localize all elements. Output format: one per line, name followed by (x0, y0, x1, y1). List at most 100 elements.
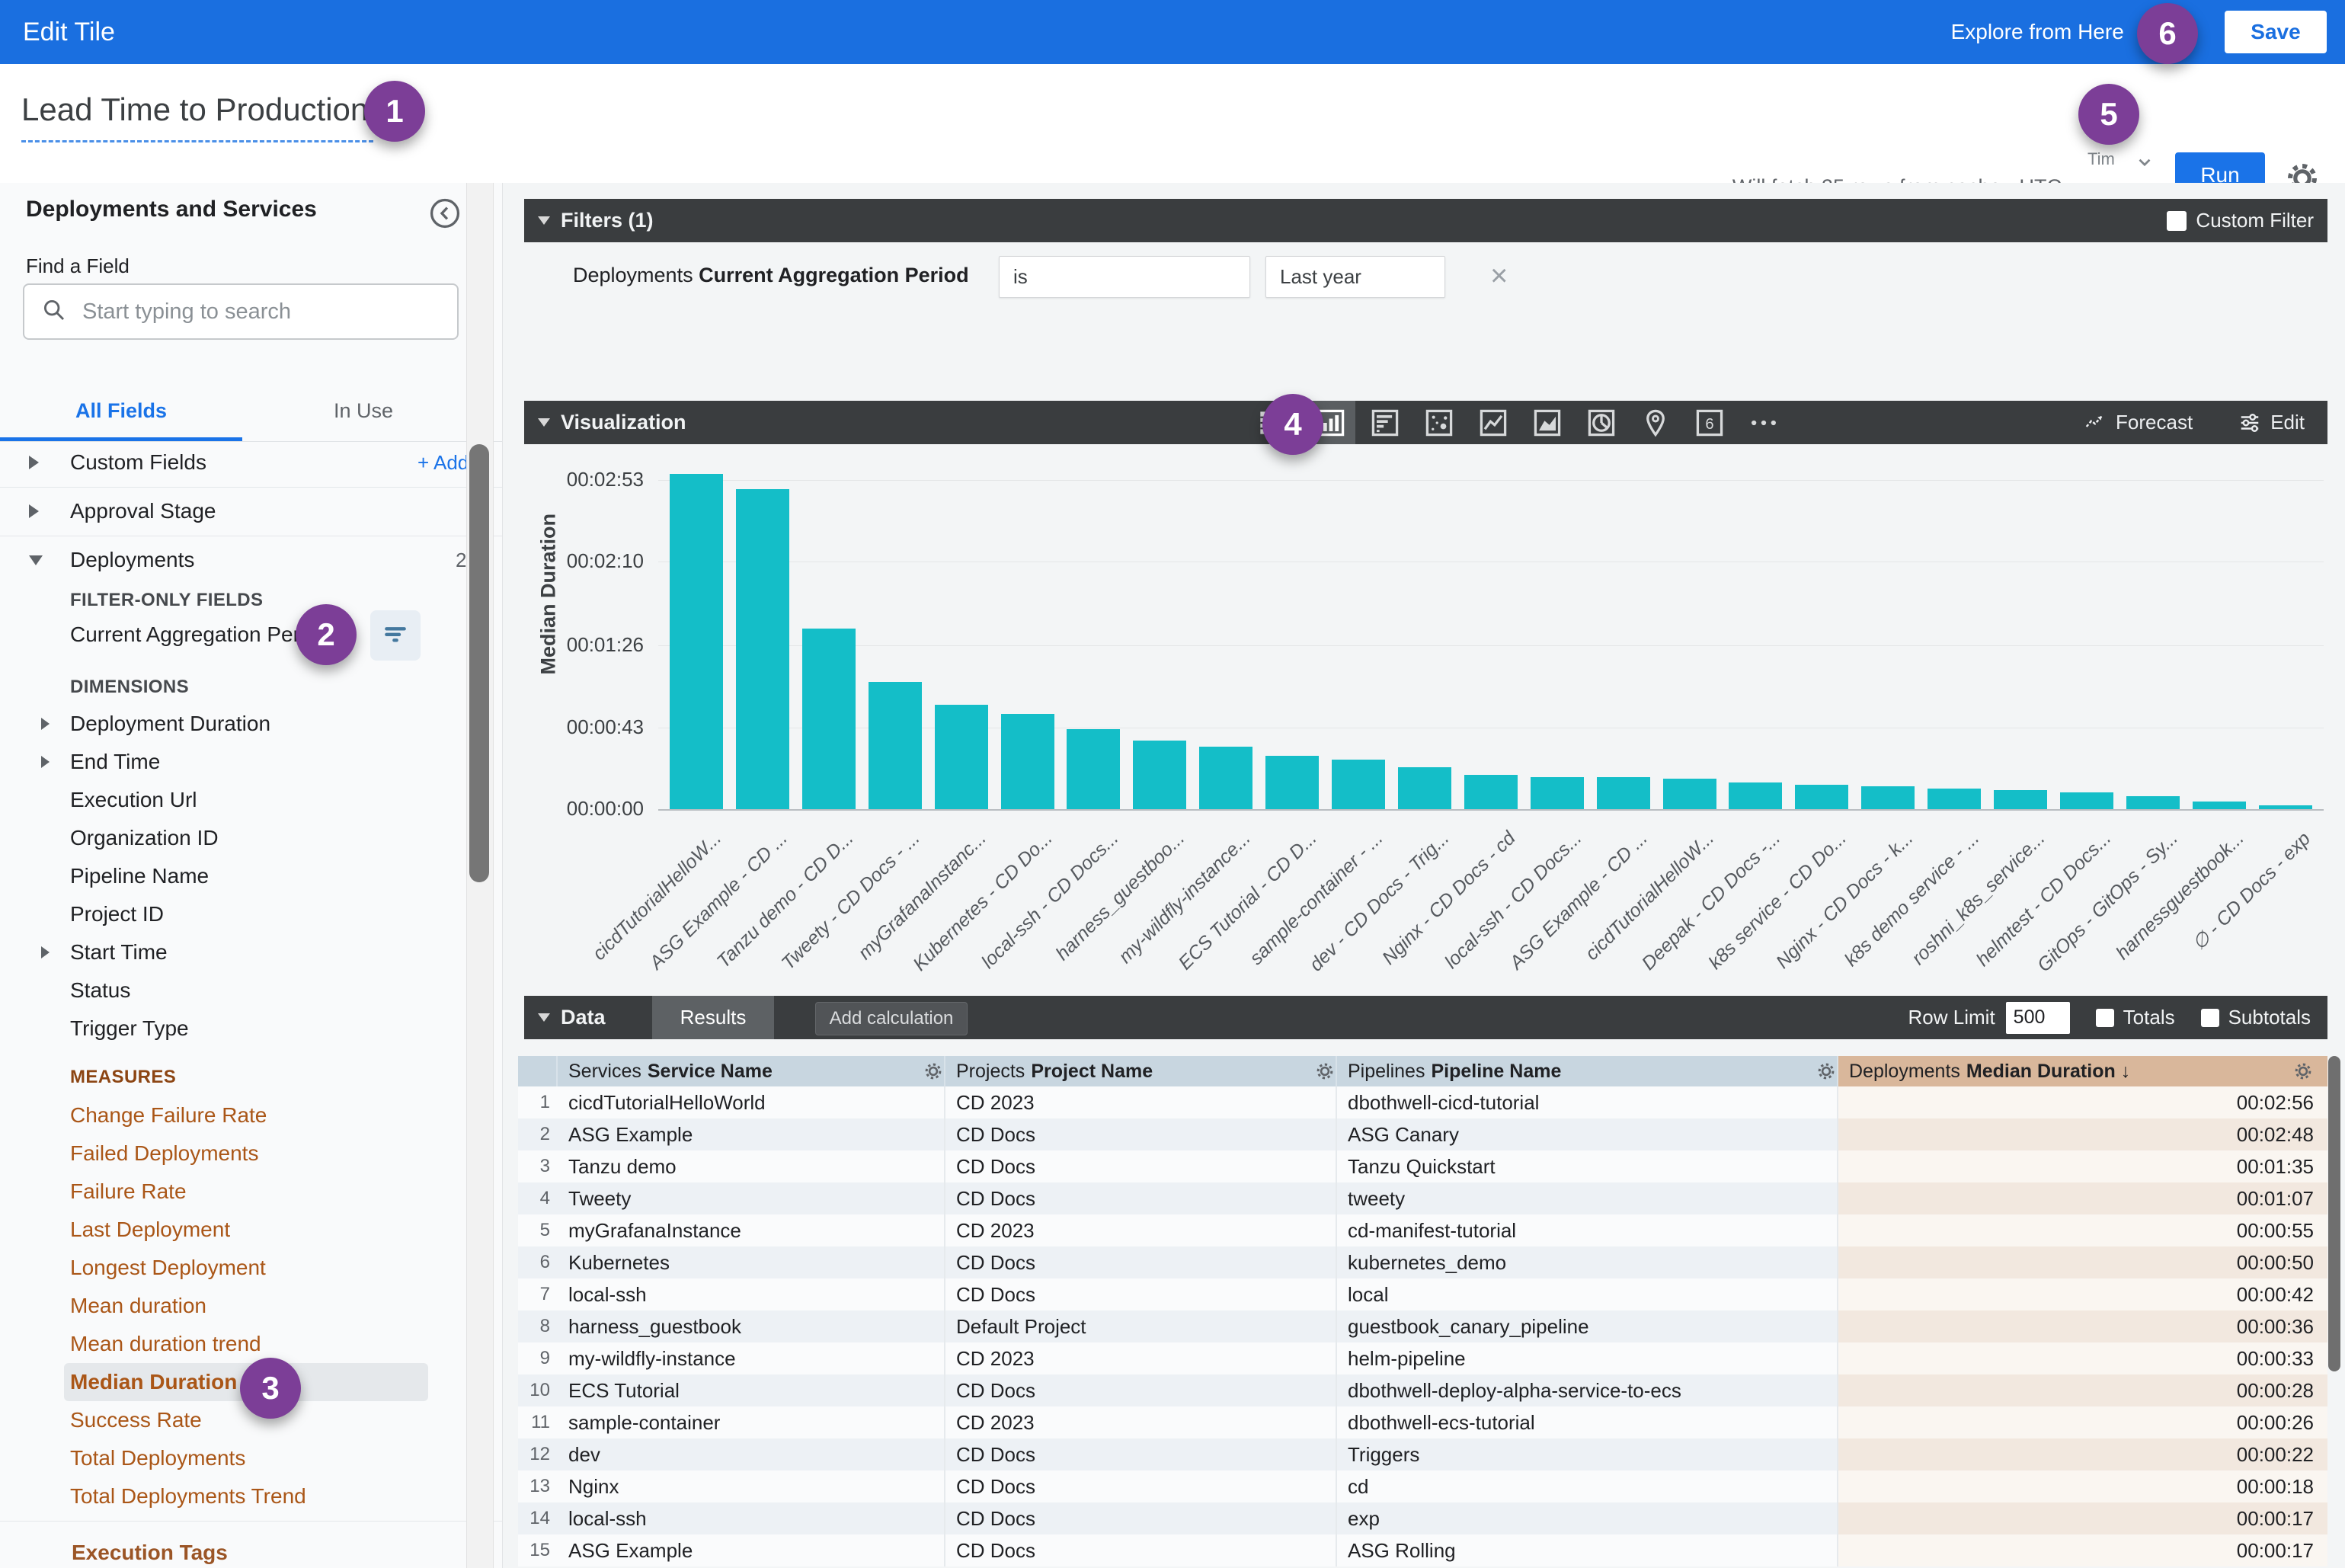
bar-11[interactable] (1332, 760, 1385, 809)
filter-operator-select[interactable]: is (999, 256, 1250, 298)
cell-service[interactable]: Nginx (558, 1470, 945, 1502)
column-header-project-name[interactable]: ProjectsProject Name (945, 1056, 1337, 1086)
cell-pipeline[interactable]: ASG Rolling (1337, 1534, 1838, 1566)
bar-5[interactable] (935, 705, 988, 810)
tab-in-use[interactable]: In Use (242, 381, 485, 440)
cell-pipeline[interactable]: ASG Canary (1337, 1118, 1838, 1150)
visualization-section-bar[interactable]: Visualization 6 Forecast Edit (524, 401, 2327, 444)
search-input[interactable] (81, 299, 411, 325)
cell-median-duration[interactable]: 00:01:35 (1838, 1150, 2327, 1182)
cell-project[interactable]: CD Docs (945, 1502, 1337, 1534)
data-section-bar[interactable]: Data Results Add calculation Row Limit T… (524, 996, 2327, 1039)
bar-18[interactable] (1795, 785, 1848, 810)
bar-12[interactable] (1398, 767, 1451, 809)
cell-service[interactable]: ASG Example (558, 1534, 945, 1566)
totals-checkbox[interactable] (2096, 1009, 2114, 1027)
tab-results[interactable]: Results (652, 996, 774, 1039)
cell-service[interactable]: dev (558, 1438, 945, 1470)
custom-filter-checkbox[interactable] (2167, 211, 2187, 231)
viz-icon-bar[interactable] (1366, 404, 1404, 442)
measure-item-change-failure-rate[interactable]: Change Failure Rate (64, 1096, 428, 1134)
bar-9[interactable] (1199, 747, 1252, 810)
bar-7[interactable] (1067, 729, 1120, 809)
bar-2[interactable] (736, 489, 789, 809)
cell-project[interactable]: CD 2023 (945, 1342, 1337, 1374)
bar-24[interactable] (2193, 802, 2246, 809)
viz-icon-more[interactable] (1745, 404, 1783, 442)
bar-21[interactable] (1994, 790, 2047, 809)
bar-4[interactable] (869, 682, 922, 810)
cell-project[interactable]: CD Docs (945, 1182, 1337, 1214)
cell-median-duration[interactable]: 00:00:22 (1838, 1438, 2327, 1470)
cell-service[interactable]: cicdTutorialHelloWorld (558, 1086, 945, 1118)
bar-3[interactable] (802, 629, 856, 810)
timezone-label-partial[interactable]: Tim (2087, 149, 2115, 169)
bar-25[interactable] (2259, 805, 2312, 809)
measure-item-total-deployments-trend[interactable]: Total Deployments Trend (64, 1477, 428, 1515)
bar-8[interactable] (1133, 741, 1186, 809)
cell-median-duration[interactable]: 00:00:17 (1838, 1534, 2327, 1566)
cell-pipeline[interactable]: exp (1337, 1502, 1838, 1534)
viz-icon-map[interactable] (1636, 404, 1675, 442)
measure-item-failure-rate[interactable]: Failure Rate (64, 1173, 428, 1211)
bar-23[interactable] (2126, 796, 2180, 810)
cell-service[interactable]: myGrafanaInstance (558, 1214, 945, 1246)
cell-median-duration[interactable]: 00:00:18 (1838, 1470, 2327, 1502)
gear-icon[interactable] (1314, 1061, 1336, 1082)
cell-median-duration[interactable]: 00:00:26 (1838, 1406, 2327, 1438)
viz-icon-scatter[interactable] (1420, 404, 1458, 442)
cell-service[interactable]: local-ssh (558, 1502, 945, 1534)
cell-pipeline[interactable]: cd (1337, 1470, 1838, 1502)
measure-item-longest-deployment[interactable]: Longest Deployment (64, 1249, 428, 1287)
cell-project[interactable]: CD Docs (945, 1374, 1337, 1406)
dimension-item-execution-url[interactable]: Execution Url (64, 781, 428, 819)
gear-icon[interactable] (923, 1061, 944, 1082)
collapse-sidebar-icon[interactable] (428, 197, 462, 234)
bar-13[interactable] (1464, 775, 1518, 809)
add-custom-field-link[interactable]: + Add (417, 451, 466, 475)
cell-project[interactable]: CD Docs (945, 1470, 1337, 1502)
remove-filter-icon[interactable]: × (1490, 261, 1508, 291)
column-header-service-name[interactable]: ServicesService Name (558, 1056, 945, 1086)
bar-14[interactable] (1531, 777, 1584, 810)
bar-16[interactable] (1663, 779, 1716, 809)
bar-1[interactable] (670, 474, 723, 809)
filter-value-select[interactable]: Last year (1265, 256, 1445, 298)
cell-project[interactable]: CD Docs (945, 1150, 1337, 1182)
cell-service[interactable]: sample-container (558, 1406, 945, 1438)
cell-project[interactable]: CD Docs (945, 1438, 1337, 1470)
cell-pipeline[interactable]: dbothwell-cicd-tutorial (1337, 1086, 1838, 1118)
cell-median-duration[interactable]: 00:00:55 (1838, 1214, 2327, 1246)
cell-pipeline[interactable]: Triggers (1337, 1438, 1838, 1470)
cell-pipeline[interactable]: Tanzu Quickstart (1337, 1150, 1838, 1182)
cell-project[interactable]: CD 2023 (945, 1214, 1337, 1246)
cell-median-duration[interactable]: 00:00:33 (1838, 1342, 2327, 1374)
cell-pipeline[interactable]: helm-pipeline (1337, 1342, 1838, 1374)
cell-median-duration[interactable]: 00:00:42 (1838, 1278, 2327, 1310)
cell-service[interactable]: Kubernetes (558, 1246, 945, 1278)
bar-17[interactable] (1729, 782, 1782, 809)
dimension-item-pipeline-name[interactable]: Pipeline Name (64, 857, 428, 895)
measure-item-mean-duration[interactable]: Mean duration (64, 1287, 428, 1325)
cell-project[interactable]: CD Docs (945, 1118, 1337, 1150)
sidebar-group-custom-fields[interactable]: Custom Fields + Add (0, 438, 466, 487)
cell-pipeline[interactable]: tweety (1337, 1182, 1838, 1214)
cell-median-duration[interactable]: 00:01:07 (1838, 1182, 2327, 1214)
cell-median-duration[interactable]: 00:00:17 (1838, 1502, 2327, 1534)
chevron-down-icon[interactable] (2135, 152, 2155, 176)
table-scrollbar-thumb[interactable] (2328, 1056, 2340, 1371)
field-search-box[interactable] (23, 283, 459, 340)
cell-service[interactable]: Tweety (558, 1182, 945, 1214)
cell-median-duration[interactable]: 00:02:48 (1838, 1118, 2327, 1150)
cell-pipeline[interactable]: guestbook_canary_pipeline (1337, 1310, 1838, 1342)
add-calculation-button[interactable]: Add calculation (815, 1002, 968, 1035)
dimension-item-end-time[interactable]: End Time (64, 743, 428, 781)
bar-22[interactable] (2060, 792, 2113, 810)
filters-section-bar[interactable]: Filters (1) Custom Filter (524, 199, 2327, 242)
caret-right-icon[interactable] (41, 946, 50, 958)
subtotals-checkbox[interactable] (2201, 1009, 2219, 1027)
explore-from-here-link[interactable]: Explore from Here (1951, 20, 2124, 44)
cell-project[interactable]: CD 2023 (945, 1086, 1337, 1118)
cell-project[interactable]: CD Docs (945, 1246, 1337, 1278)
column-header-median-duration[interactable]: DeploymentsMedian Duration ↓ (1838, 1056, 2327, 1086)
